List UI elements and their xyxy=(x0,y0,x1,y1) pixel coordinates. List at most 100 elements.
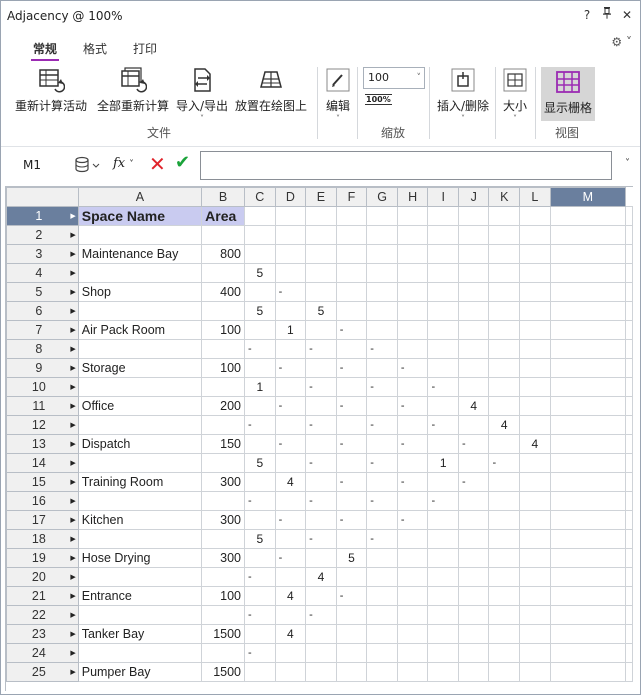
column-header-k[interactable]: K xyxy=(488,187,521,207)
column-header-c[interactable]: C xyxy=(244,187,276,207)
adjacency-cell[interactable]: - xyxy=(335,358,368,378)
space-name-cell[interactable]: Shop xyxy=(77,282,203,302)
adjacency-cell[interactable]: - xyxy=(244,605,276,625)
grid-cell[interactable] xyxy=(625,491,633,511)
adjacency-cell[interactable]: - xyxy=(335,396,368,416)
column-header-f[interactable]: F xyxy=(335,187,368,207)
adjacency-cell[interactable] xyxy=(366,301,398,321)
adjacency-cell[interactable] xyxy=(427,434,459,454)
column-header-j[interactable]: J xyxy=(457,187,490,207)
adjacency-cell[interactable] xyxy=(549,396,627,416)
adjacency-cell[interactable] xyxy=(274,415,307,435)
adjacency-cell[interactable] xyxy=(244,434,276,454)
adjacency-cell[interactable]: - xyxy=(305,377,337,397)
adjacency-cell[interactable] xyxy=(488,244,521,264)
row-header[interactable]: 11 ▶ xyxy=(6,396,79,416)
adjacency-cell[interactable]: - xyxy=(335,510,368,530)
adjacency-cell[interactable]: - xyxy=(457,434,490,454)
zoom-100-button[interactable]: 100% xyxy=(365,94,392,105)
row-header[interactable]: 15 ▶ xyxy=(6,472,79,492)
adjacency-cell[interactable] xyxy=(366,320,398,340)
recalculate-active-button[interactable]: 重新计算活动 xyxy=(11,67,91,114)
grid-cell[interactable] xyxy=(625,453,633,473)
row-header[interactable]: 23 ▶ xyxy=(6,624,79,644)
adjacency-cell[interactable] xyxy=(305,434,337,454)
row-header[interactable]: 19 ▶ xyxy=(6,548,79,568)
adjacency-cell[interactable] xyxy=(457,339,490,359)
function-icon[interactable]: fx ˅ xyxy=(113,156,134,171)
adjacency-cell[interactable]: - xyxy=(244,567,276,587)
insert-delete-button[interactable]: 插入/删除 ˅ xyxy=(435,67,491,123)
adjacency-cell[interactable] xyxy=(335,244,368,264)
adjacency-cell[interactable] xyxy=(488,339,521,359)
column-header-i[interactable]: I xyxy=(427,187,459,207)
adjacency-cell[interactable] xyxy=(549,206,627,226)
adjacency-cell[interactable] xyxy=(396,225,429,245)
space-name-cell[interactable] xyxy=(77,453,203,473)
adjacency-cell[interactable] xyxy=(244,510,276,530)
adjacency-cell[interactable] xyxy=(396,567,429,587)
space-name-cell[interactable]: Air Pack Room xyxy=(77,320,203,340)
adjacency-cell[interactable] xyxy=(305,548,337,568)
adjacency-cell[interactable] xyxy=(396,586,429,606)
adjacency-cell[interactable] xyxy=(335,339,368,359)
adjacency-cell[interactable] xyxy=(274,453,307,473)
space-name-cell[interactable]: Storage xyxy=(77,358,203,378)
adjacency-cell[interactable] xyxy=(396,282,429,302)
area-cell[interactable] xyxy=(201,377,246,397)
grid-cell[interactable] xyxy=(625,282,633,302)
adjacency-cell[interactable]: - xyxy=(366,377,398,397)
area-cell[interactable]: 300 xyxy=(201,548,246,568)
adjacency-cell[interactable] xyxy=(457,605,490,625)
adjacency-cell[interactable]: 5 xyxy=(305,301,337,321)
area-cell[interactable] xyxy=(201,529,246,549)
recalculate-all-button[interactable]: 全部重新计算 xyxy=(93,67,173,114)
adjacency-cell[interactable] xyxy=(457,263,490,283)
grid-cell[interactable] xyxy=(625,662,633,682)
adjacency-cell[interactable] xyxy=(427,472,459,492)
adjacency-cell[interactable] xyxy=(274,529,307,549)
row-header[interactable]: 1 ▶ xyxy=(6,206,79,226)
edit-button[interactable]: 编辑 ˅ xyxy=(323,67,353,123)
adjacency-cell[interactable] xyxy=(305,225,337,245)
adjacency-cell[interactable] xyxy=(366,548,398,568)
adjacency-cell[interactable] xyxy=(427,662,459,682)
adjacency-cell[interactable] xyxy=(427,396,459,416)
row-header[interactable]: 18 ▶ xyxy=(6,529,79,549)
adjacency-cell[interactable] xyxy=(396,415,429,435)
tab-general[interactable]: 常规 xyxy=(27,39,63,61)
adjacency-cell[interactable] xyxy=(519,643,551,663)
row-header[interactable]: 4 ▶ xyxy=(6,263,79,283)
adjacency-cell[interactable] xyxy=(244,358,276,378)
adjacency-cell[interactable]: 4 xyxy=(274,472,307,492)
area-cell[interactable] xyxy=(201,225,246,245)
area-cell[interactable]: 100 xyxy=(201,358,246,378)
grid-cell[interactable] xyxy=(625,643,633,663)
space-name-cell[interactable] xyxy=(77,301,203,321)
confirm-icon[interactable]: ✔ xyxy=(175,152,190,173)
adjacency-cell[interactable]: - xyxy=(335,434,368,454)
adjacency-cell[interactable] xyxy=(274,643,307,663)
adjacency-cell[interactable] xyxy=(396,301,429,321)
adjacency-cell[interactable] xyxy=(519,453,551,473)
adjacency-cell[interactable]: - xyxy=(457,472,490,492)
adjacency-cell[interactable] xyxy=(335,662,368,682)
adjacency-cell[interactable]: - xyxy=(244,339,276,359)
area-cell[interactable] xyxy=(201,415,246,435)
adjacency-cell[interactable]: - xyxy=(274,282,307,302)
area-cell[interactable]: 150 xyxy=(201,434,246,454)
adjacency-cell[interactable] xyxy=(366,605,398,625)
expand-chevron-icon[interactable]: ˅ xyxy=(625,158,630,169)
adjacency-cell[interactable] xyxy=(457,301,490,321)
adjacency-cell[interactable] xyxy=(549,548,627,568)
adjacency-cell[interactable]: - xyxy=(305,415,337,435)
space-name-cell[interactable] xyxy=(77,605,203,625)
adjacency-cell[interactable] xyxy=(427,510,459,530)
adjacency-cell[interactable] xyxy=(274,263,307,283)
adjacency-cell[interactable] xyxy=(396,662,429,682)
adjacency-cell[interactable] xyxy=(549,320,627,340)
row-header[interactable]: 24 ▶ xyxy=(6,643,79,663)
area-cell[interactable] xyxy=(201,605,246,625)
row-header[interactable]: 8 ▶ xyxy=(6,339,79,359)
adjacency-cell[interactable] xyxy=(519,662,551,682)
